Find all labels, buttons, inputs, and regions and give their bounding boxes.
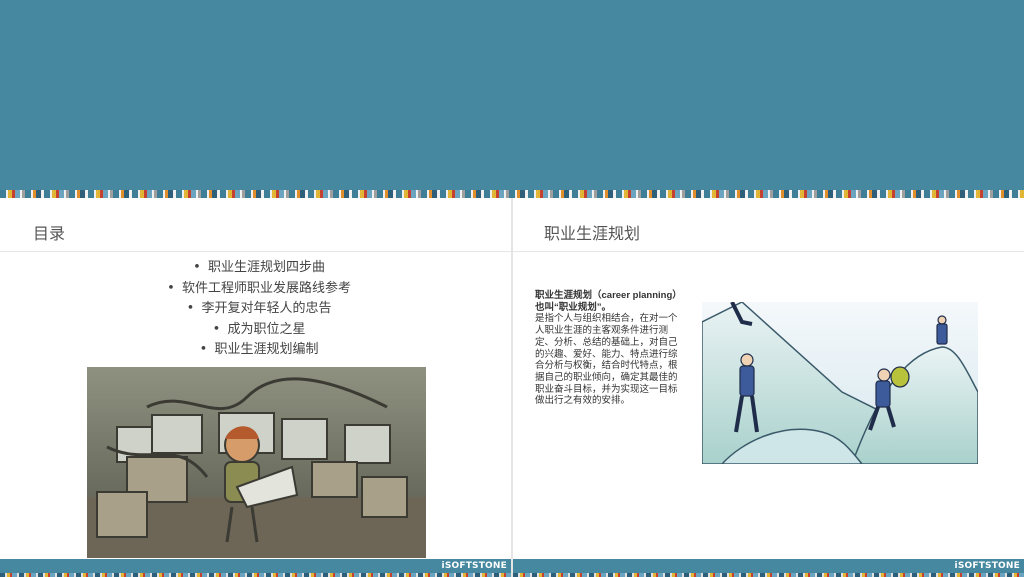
mountain-climbers-illustration [702, 302, 978, 464]
header-banner [0, 0, 1024, 190]
career-description: 职业生涯规划（career planning）也叫“职业规划”。 是指个人与组织… [535, 290, 680, 407]
toc-item: • 李开复对年轻人的忠告 [186, 301, 332, 316]
slide-title: 目录 [33, 224, 66, 243]
decorative-stripe [0, 190, 1024, 198]
isoftstone-logo: iSOFTSTONE [954, 561, 1020, 571]
toc-item: • 软件工程师职业发展路线参考 [167, 280, 351, 296]
toc-list: • 职业生涯规划四步曲 • 软件工程师职业发展路线参考 • 李开复对年轻人的忠告 • 成… [0, 258, 511, 361]
toc-item: • 成为职位之星 [212, 321, 306, 337]
slide-toc[interactable]: 目录 • 职业生涯规划四步曲 • 软件工程师职业发展路线参考 • 李开复对年轻人的忠告… [0, 198, 511, 577]
slide-career-planning[interactable]: 职业生涯规划 职业生涯规划（career planning）也叫“职业规划”。 … [513, 198, 1024, 577]
title-divider [0, 251, 511, 252]
slide-title: 职业生涯规划 [544, 224, 641, 243]
footer-bar [513, 559, 1024, 573]
footer-stripe [0, 573, 511, 577]
career-body: 是指个人与组织相结合，在对一个人职业生涯的主客观条件进行测定、分析、总结的基础上… [535, 313, 678, 407]
footer-stripe [513, 573, 1024, 577]
isoftstone-logo: iSOFTSTONE [441, 561, 507, 571]
toc-item: • 职业生涯规划编制 [199, 342, 319, 357]
programmer-illustration [87, 367, 426, 558]
toc-item: • 职业生涯规划四步曲 [193, 260, 325, 275]
footer-bar [0, 559, 511, 573]
career-intro: 职业生涯规划（career planning）也叫“职业规划”。 [535, 290, 677, 313]
title-divider [513, 251, 1024, 252]
